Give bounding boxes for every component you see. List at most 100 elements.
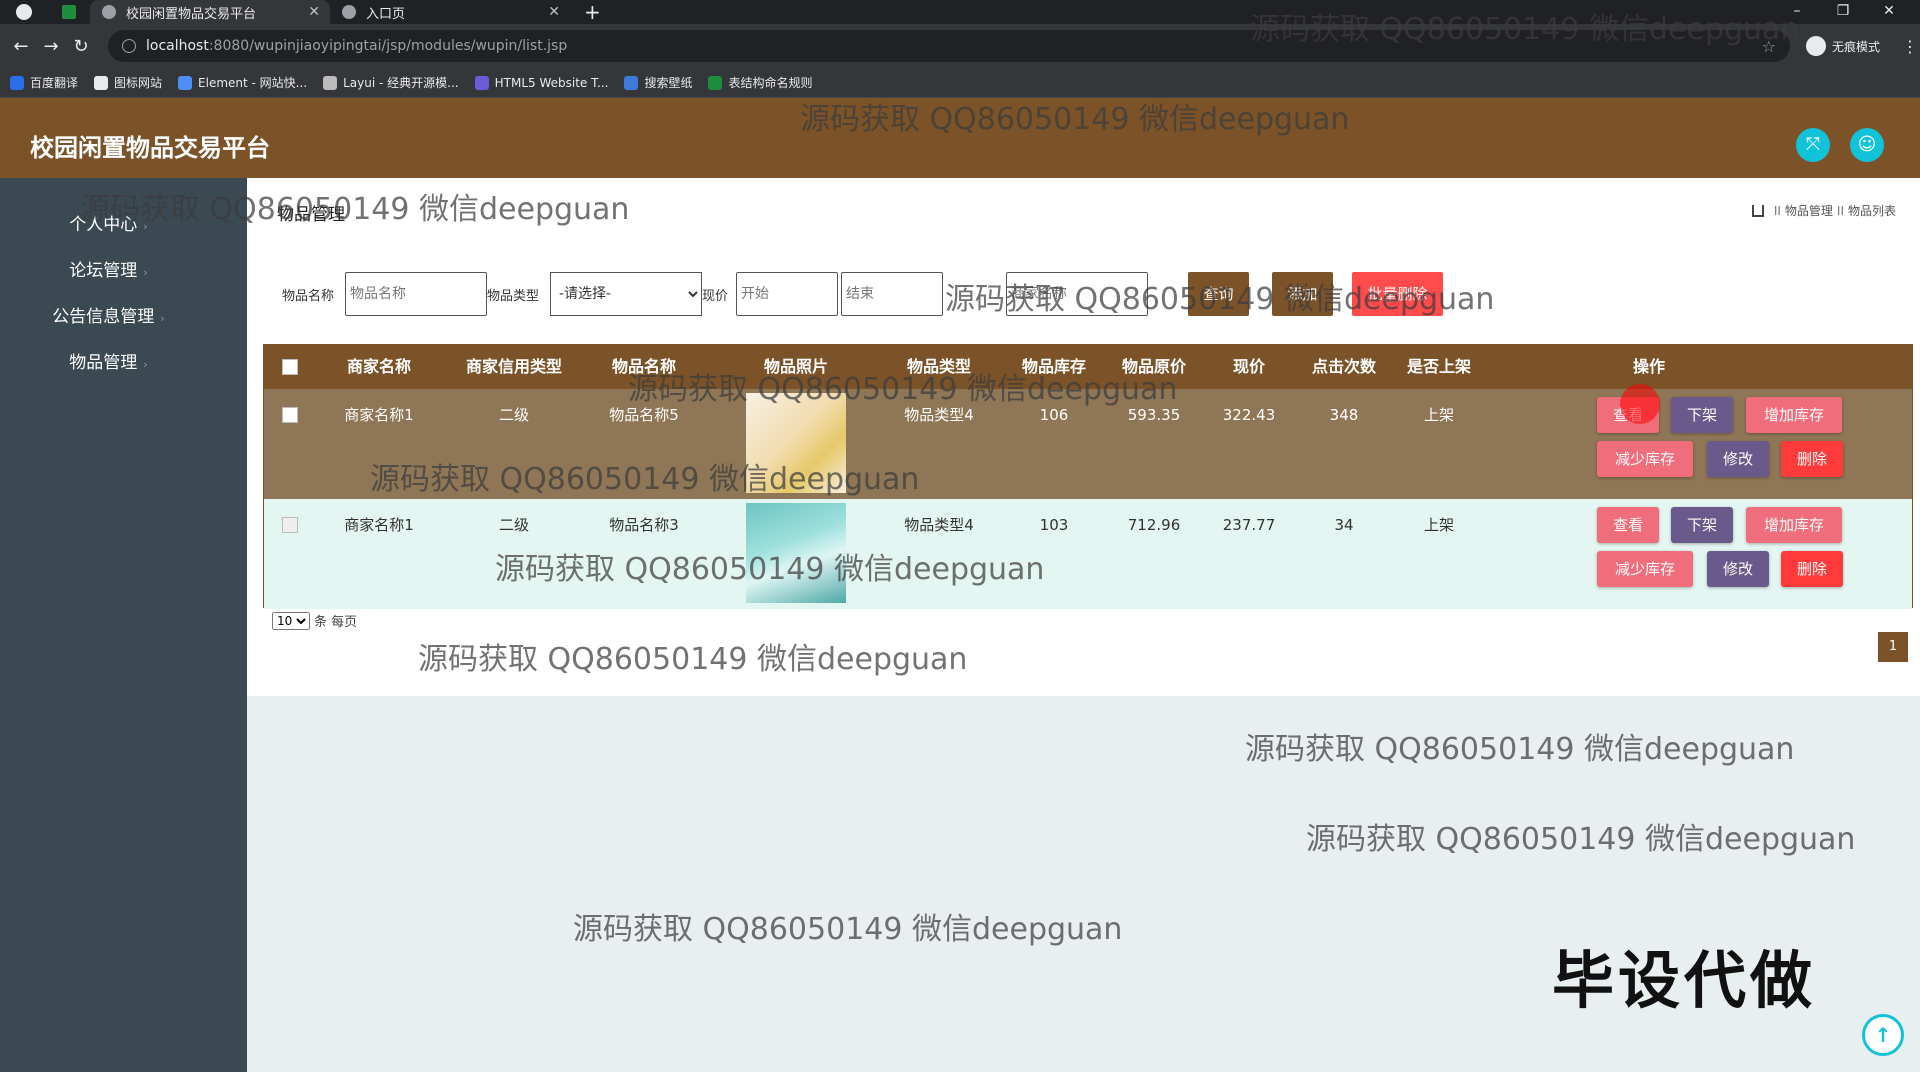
sheets-icon[interactable] (62, 5, 76, 19)
reduce-stock-button[interactable]: 减少库存 (1597, 441, 1693, 477)
sidebar-item-notices[interactable]: 公告信息管理 › (0, 302, 217, 327)
reload-icon[interactable]: ↻ (66, 36, 96, 57)
tab-favicon (102, 5, 116, 19)
tab-title: 入口页 (366, 6, 406, 22)
row-checkbox[interactable] (282, 407, 298, 423)
forward-arrow-icon[interactable]: → (36, 36, 66, 57)
credit-cell: 二级 (498, 406, 529, 424)
watermark-text: 源码获取 QQ86050149 微信deepguan (495, 552, 1045, 587)
bookmark-item[interactable]: 搜索壁纸 (624, 74, 692, 91)
column-header: 商家信用类型 (465, 357, 562, 376)
edit-button[interactable]: 修改 (1707, 441, 1769, 477)
row-checkbox[interactable] (282, 517, 298, 533)
promo-overlay-text: 毕设代做 (1552, 944, 1817, 1017)
new-tab-button[interactable]: + (584, 0, 601, 24)
unlist-button[interactable]: 下架 (1671, 507, 1733, 543)
bookmark-item[interactable]: 图标网站 (94, 74, 162, 91)
fullscreen-toggle-icon[interactable]: ⤧ (1796, 128, 1830, 162)
bookmark-favicon-icon (10, 75, 24, 90)
url-path: :8080/wupinjiaoyipingtai/jsp/modules/wup… (208, 38, 568, 54)
per-page-label: 条 每页 (314, 615, 358, 630)
price-start-input[interactable] (736, 272, 838, 316)
tab-close-icon[interactable]: ✕ (308, 4, 320, 20)
sidebar-item-forum[interactable]: 论坛管理 › (0, 256, 217, 281)
bookmark-favicon-icon (708, 75, 723, 90)
incognito-indicator[interactable]: 无痕模式 (1806, 36, 1880, 56)
sidebar-item-label: 公告信息管理 (52, 307, 155, 327)
app-title: 校园闲置物品交易平台 (30, 134, 270, 162)
page-number-button[interactable]: 1 (1878, 632, 1908, 662)
orig-price-cell: 712.96 (1127, 516, 1181, 534)
name-search-input[interactable] (345, 272, 487, 316)
incognito-label: 无痕模式 (1832, 39, 1881, 54)
breadcrumb-item: 物品列表 (1847, 204, 1896, 218)
back-arrow-icon[interactable]: ← (6, 36, 36, 57)
click-indicator (1620, 384, 1660, 424)
clicks-cell: 348 (1329, 406, 1359, 424)
tab-inactive[interactable]: 入口页 ✕ (330, 0, 570, 24)
watermark-text: 源码获取 QQ86050149 微信deepguan (573, 912, 1123, 947)
column-header: 商家名称 (346, 357, 411, 376)
price-cell: 322.43 (1222, 406, 1276, 424)
price-end-input[interactable] (841, 272, 943, 316)
delete-button[interactable]: 删除 (1781, 551, 1843, 587)
clicks-cell: 34 (1334, 516, 1354, 534)
on-shelf-cell: 上架 (1423, 516, 1454, 534)
watermark-text: 源码获取 QQ86050149 微信deepguan (418, 642, 968, 677)
select-all-checkbox[interactable] (282, 359, 298, 375)
user-avatar-icon[interactable]: ☺ (1850, 128, 1884, 162)
breadcrumb-item[interactable]: 物品管理 (1785, 202, 1833, 219)
bookmark-item[interactable]: Layui - 经典开源模... (323, 74, 459, 91)
bookmark-item[interactable]: Element - 网站快... (178, 74, 307, 91)
merchant-cell: 商家名称1 (344, 406, 414, 424)
tab-close-icon[interactable]: ✕ (548, 4, 560, 20)
close-window-button[interactable]: ✕ (1866, 0, 1912, 22)
back-to-top-icon[interactable]: ↑ (1862, 1014, 1904, 1056)
edit-button[interactable]: 修改 (1707, 551, 1769, 587)
add-stock-button[interactable]: 增加库存 (1746, 397, 1842, 433)
add-stock-button[interactable]: 增加库存 (1746, 507, 1842, 543)
bookmark-item[interactable]: 表结构命名规则 (708, 74, 812, 91)
breadcrumb-separator: II (1836, 203, 1844, 218)
bookmark-favicon-icon (178, 75, 193, 90)
page-size-control: 10 条 每页 (272, 611, 357, 630)
watermark-text: 源码获取 QQ86050149 微信deepguan (80, 192, 630, 227)
bookmark-label: 搜索壁纸 (644, 76, 693, 90)
on-shelf-cell: 上架 (1423, 406, 1454, 424)
bookmark-favicon-icon (323, 75, 338, 90)
browser-menu-icon[interactable]: ⋮ (1902, 37, 1918, 56)
column-header: 点击次数 (1311, 357, 1376, 376)
page-size-select[interactable]: 10 (272, 611, 310, 630)
delete-button[interactable]: 删除 (1781, 441, 1843, 477)
watermark-text: 源码获取 QQ86050149 微信deepguan (1306, 822, 1856, 857)
incognito-icon (1806, 36, 1826, 56)
home-icon[interactable] (1751, 204, 1764, 217)
bookmark-favicon-icon (624, 75, 639, 90)
bookmark-label: Layui - 经典开源模... (343, 76, 459, 90)
site-info-icon[interactable] (122, 39, 136, 53)
type-select[interactable]: -请选择- (550, 272, 702, 316)
bookmark-item[interactable]: HTML5 Website T... (474, 75, 608, 90)
name-label: 物品名称 (282, 289, 335, 304)
column-header: 现价 (1232, 357, 1265, 376)
bookmark-item[interactable]: 百度翻译 (10, 74, 78, 91)
watermark-text: 源码获取 QQ86050149 微信deepguan (1245, 732, 1795, 767)
sidebar-item-goods[interactable]: 物品管理 › (0, 348, 217, 373)
bookmark-label: Element - 网站快... (198, 76, 308, 90)
reduce-stock-button[interactable]: 减少库存 (1597, 551, 1693, 587)
watermark-text: 源码获取 QQ86050149 微信deepguan (800, 102, 1350, 137)
unlist-button[interactable]: 下架 (1671, 397, 1733, 433)
tab-title: 校园闲置物品交易平台 (126, 6, 257, 22)
sidebar-item-label: 物品管理 (69, 353, 138, 373)
column-header: 操作 (1632, 357, 1665, 376)
chrome-icon[interactable] (16, 4, 32, 20)
chevron-right-icon: › (143, 266, 148, 279)
tab-active[interactable]: 校园闲置物品交易平台 ✕ (90, 0, 330, 24)
bookmark-label: 表结构命名规则 (728, 76, 813, 90)
merchant-cell: 商家名称1 (344, 516, 414, 534)
restore-button[interactable]: ❐ (1820, 0, 1866, 22)
chevron-right-icon: › (143, 358, 148, 371)
view-button[interactable]: 查看 (1597, 507, 1659, 543)
price-cell: 237.77 (1222, 516, 1276, 534)
watermark-text: 源码获取 QQ86050149 微信deepguan (945, 282, 1495, 317)
